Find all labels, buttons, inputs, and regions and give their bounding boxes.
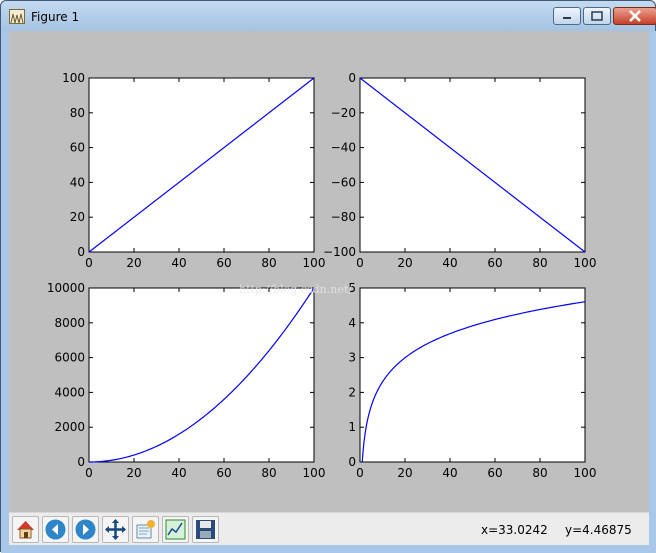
navigation-toolbar: x=33.0242 y=4.46875 (9, 512, 649, 546)
zoom-icon (136, 520, 155, 539)
subplot-2-xtick-label: 100 (574, 256, 597, 270)
subplot-2-ytick-label: −100 (323, 245, 356, 259)
close-icon (629, 10, 641, 22)
subplot-1-xtick-label: 80 (261, 256, 276, 270)
subplot-3-ytick-label: 0 (77, 455, 85, 469)
subplot-1-ytick-label: 0 (77, 245, 85, 259)
figure-canvas[interactable]: 0 20 40 60 80 100 0 20 40 60 80 100 0 20 40 60 80 100 −100… (9, 31, 649, 512)
subplot-4-xtick-label: 40 (442, 466, 457, 480)
subplot-1-xtick-label: 60 (216, 256, 231, 270)
subplot-3-xtick-label: 80 (261, 466, 276, 480)
subplot-4-xtick-label: 100 (574, 466, 597, 480)
subplot-2-ytick-label: 0 (348, 71, 356, 85)
close-button[interactable] (613, 7, 656, 25)
subplot-4-ytick-label: 0 (348, 455, 356, 469)
window-frame-right (649, 31, 656, 545)
subplot-3-ytick-label: 2000 (54, 420, 85, 434)
subplot-4-ytick-label: 2 (348, 385, 356, 399)
subplot-4-xtick-label: 20 (397, 466, 412, 480)
maximize-icon (591, 11, 603, 21)
subplot-3-xtick-label: 20 (126, 466, 141, 480)
subplot-4-xtick-label: 80 (532, 466, 547, 480)
window-frame-left (1, 31, 9, 545)
subplot-4-ytick-label: 4 (348, 316, 356, 330)
subplot-4-axes (359, 287, 586, 463)
subplot-4-ytick-label: 3 (348, 351, 356, 365)
subplot-1-xtick-label: 100 (303, 256, 326, 270)
maximize-button[interactable] (583, 7, 611, 25)
watermark-text: http://blog.csdn.net/ (239, 283, 352, 296)
subplot-3-xtick-label: 40 (171, 466, 186, 480)
subplot-3-ytick-label: 4000 (54, 385, 85, 399)
cursor-x-readout: x=33.0242 (481, 523, 548, 537)
minimize-button[interactable] (553, 7, 581, 25)
subplot-4-ytick-label: 1 (348, 420, 356, 434)
subplot-3-xtick-label: 100 (303, 466, 326, 480)
subplot-1-ytick-label: 20 (70, 210, 85, 224)
forward-icon (75, 519, 96, 540)
subplot-2-ytick-label: −20 (331, 106, 356, 120)
subplot-4-xtick-label: 0 (356, 466, 364, 480)
subplot-1-ytick-label: 60 (70, 141, 85, 155)
subplots-svg: 0 20 40 60 80 1000204060801000 20 40 60 80 100−100… (47, 71, 597, 480)
title-bar[interactable]: Figure 1 (1, 1, 656, 31)
forward-button[interactable] (72, 516, 99, 543)
save-icon (196, 520, 215, 539)
configure-subplots-button[interactable] (162, 516, 189, 543)
subplot-1-xtick-label: 40 (171, 256, 186, 270)
minimize-icon (563, 17, 571, 19)
subplot-1-ytick-label: 100 (62, 71, 85, 85)
subplot-3-xtick-label: 0 (85, 466, 93, 480)
subplot-2-xtick-label: 40 (442, 256, 457, 270)
figure-app-icon (9, 9, 25, 24)
subplot-1-ytick-label: 40 (70, 175, 85, 189)
subplot-2-ytick-label: −80 (331, 210, 356, 224)
configure-subplots-icon (165, 519, 186, 540)
subplot-4-xtick-label: 60 (487, 466, 502, 480)
subplot-1-ytick-label: 80 (70, 106, 85, 120)
pan-icon (105, 519, 126, 540)
home-icon (17, 521, 34, 539)
subplot-3-ytick-label: 6000 (54, 351, 85, 365)
home-button[interactable] (12, 516, 39, 543)
back-button[interactable] (42, 516, 69, 543)
subplot-1-xtick-label: 0 (85, 256, 93, 270)
subplot-2-ytick-label: −60 (331, 175, 356, 189)
pan-button[interactable] (102, 516, 129, 543)
save-button[interactable] (192, 516, 219, 543)
subplot-3-axes (88, 287, 315, 463)
figure-window: Figure 1 0 20 40 60 80 100 0 20 40 60 80 100 0 20 40 60… (0, 0, 656, 553)
subplot-2-xtick-label: 80 (532, 256, 547, 270)
window-title: Figure 1 (31, 10, 80, 24)
subplot-2-xtick-label: 0 (356, 256, 364, 270)
subplot-2-xtick-label: 20 (397, 256, 412, 270)
subplot-3-ytick-label: 8000 (54, 316, 85, 330)
subplot-1-xtick-label: 20 (126, 256, 141, 270)
subplot-2-xtick-label: 60 (487, 256, 502, 270)
cursor-y-readout: y=4.46875 (565, 523, 632, 537)
subplot-3-xtick-label: 60 (216, 466, 231, 480)
back-icon (45, 519, 66, 540)
subplot-3-ytick-label: 10000 (47, 281, 85, 295)
subplot-2-ytick-label: −40 (331, 141, 356, 155)
zoom-button[interactable] (132, 516, 159, 543)
